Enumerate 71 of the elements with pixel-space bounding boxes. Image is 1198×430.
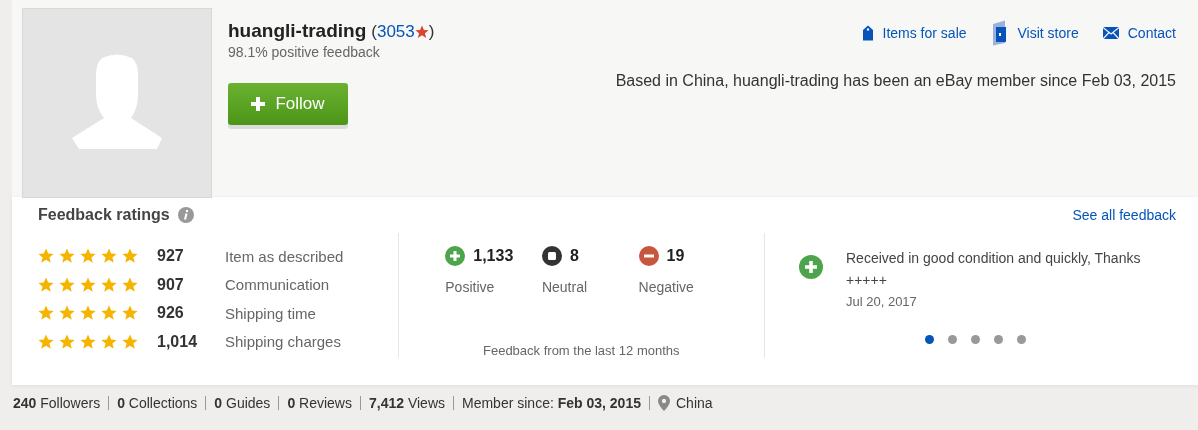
profile-stat: 0 Collections <box>117 395 198 411</box>
section-title: Feedback ratings <box>38 206 170 224</box>
star-icon <box>59 333 75 350</box>
plus-icon <box>445 246 466 266</box>
star-icon <box>80 333 96 350</box>
star-icon <box>38 248 54 265</box>
profile-stat: 240 Followers <box>13 395 101 411</box>
rating-count: 927 <box>157 247 185 266</box>
star-icon <box>59 305 75 322</box>
rating-count: 926 <box>157 304 185 323</box>
star-icon <box>101 276 117 293</box>
member-info-text: Based in China, huangli-trading has been an eBay member since Feb 03, 2015 <box>615 72 1176 90</box>
header-link[interactable]: Visit store <box>990 20 1079 46</box>
positive-feedback-text: 98.1% positive feedback <box>228 44 381 60</box>
pager-dot[interactable] <box>948 335 957 344</box>
seller-name[interactable]: huangli-trading <box>228 20 367 42</box>
rating-count: 907 <box>157 275 185 294</box>
mail-icon <box>1102 27 1119 39</box>
feedback-type-label: Neutral <box>541 279 589 295</box>
parenthesis: ( <box>371 22 377 42</box>
star-icon <box>414 25 429 39</box>
header-link[interactable]: Items for sale <box>861 25 967 41</box>
profile-stat: 0 Guides <box>214 395 271 411</box>
star-icon <box>122 248 138 265</box>
pager-dot[interactable] <box>971 335 980 344</box>
star-icon <box>59 248 75 265</box>
feedback-comment: Received in good condition and quickly, Thanks +++++ <box>846 249 1142 290</box>
rating-count: 1,014 <box>157 332 199 351</box>
info-icon <box>177 207 194 223</box>
star-icon <box>80 276 96 293</box>
parenthesis: ) <box>428 22 435 42</box>
feedback-count: 19 <box>666 247 685 265</box>
star-icon <box>122 305 138 322</box>
location-text: China <box>676 395 713 411</box>
star-icon <box>59 276 75 293</box>
pager-dot[interactable] <box>925 335 934 344</box>
profile-stat: Member since: Feb 03, 2015 <box>462 395 641 411</box>
star-icon <box>38 276 54 293</box>
star-icon <box>101 305 117 322</box>
period-note: Feedback from the last 12 months <box>483 343 680 358</box>
rating-label: Shipping time <box>225 304 316 322</box>
star-icon <box>80 248 96 265</box>
star-icon <box>101 248 117 265</box>
star-icon <box>80 305 96 322</box>
profile-stat: 7,412 Views <box>368 395 445 411</box>
rating-label: Shipping charges <box>225 333 341 351</box>
rating-label: Communication <box>225 276 330 294</box>
star-icon <box>38 305 54 322</box>
tag-icon <box>861 25 874 41</box>
minus-icon <box>638 246 659 266</box>
feedback-count: 8 <box>569 247 579 265</box>
feedback-count: 1,133 <box>473 247 514 265</box>
plus-icon <box>251 97 266 111</box>
pager-dot[interactable] <box>1017 335 1026 344</box>
star-icon <box>122 333 138 350</box>
header-link[interactable]: Contact <box>1102 25 1176 41</box>
location-pin-icon <box>658 395 670 411</box>
pager-dot[interactable] <box>994 335 1003 344</box>
see-all-feedback-link[interactable]: See all feedback <box>1072 207 1176 223</box>
feedback-score[interactable]: 3053 <box>376 22 415 42</box>
star-icon <box>101 333 117 350</box>
stop-icon <box>541 246 562 266</box>
feedback-type-label: Positive <box>445 279 496 295</box>
door-icon <box>990 20 1009 46</box>
star-icon <box>38 333 54 350</box>
star-icon <box>122 276 138 293</box>
plus-icon <box>799 255 823 279</box>
comment-date: Jul 20, 2017 <box>846 294 918 309</box>
profile-stat: 0 Reviews <box>287 395 352 411</box>
feedback-type-label: Negative <box>638 279 695 295</box>
rating-label: Item as described <box>225 247 344 265</box>
